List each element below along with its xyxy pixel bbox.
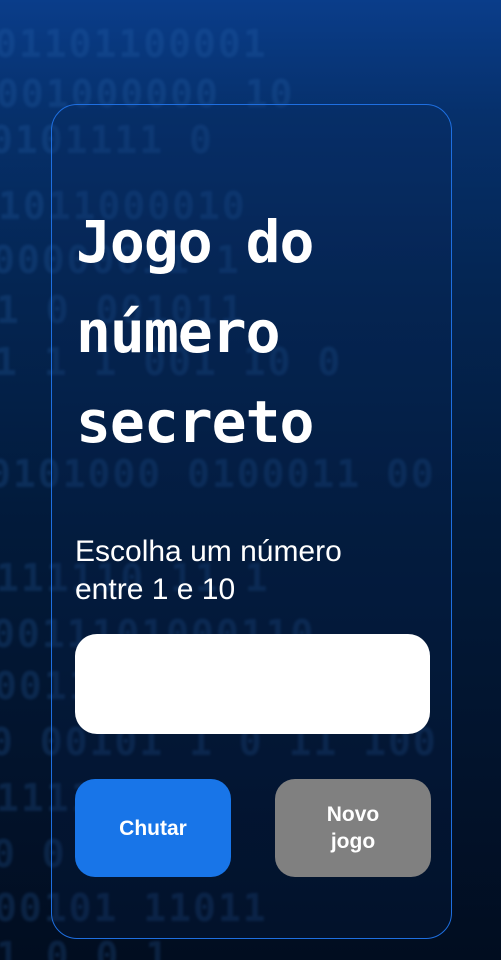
binary-line: 01101100001 bbox=[0, 22, 268, 66]
guess-button[interactable]: Chutar bbox=[75, 779, 231, 877]
instruction-text: Escolha um número entre 1 e 10 bbox=[75, 535, 342, 606]
new-game-button[interactable]: Novo jogo bbox=[275, 779, 431, 877]
game-card: Jogo do número secreto Escolha um número… bbox=[51, 104, 452, 939]
page-title: Jogo do número secreto bbox=[76, 208, 314, 456]
guess-input[interactable] bbox=[75, 634, 430, 734]
